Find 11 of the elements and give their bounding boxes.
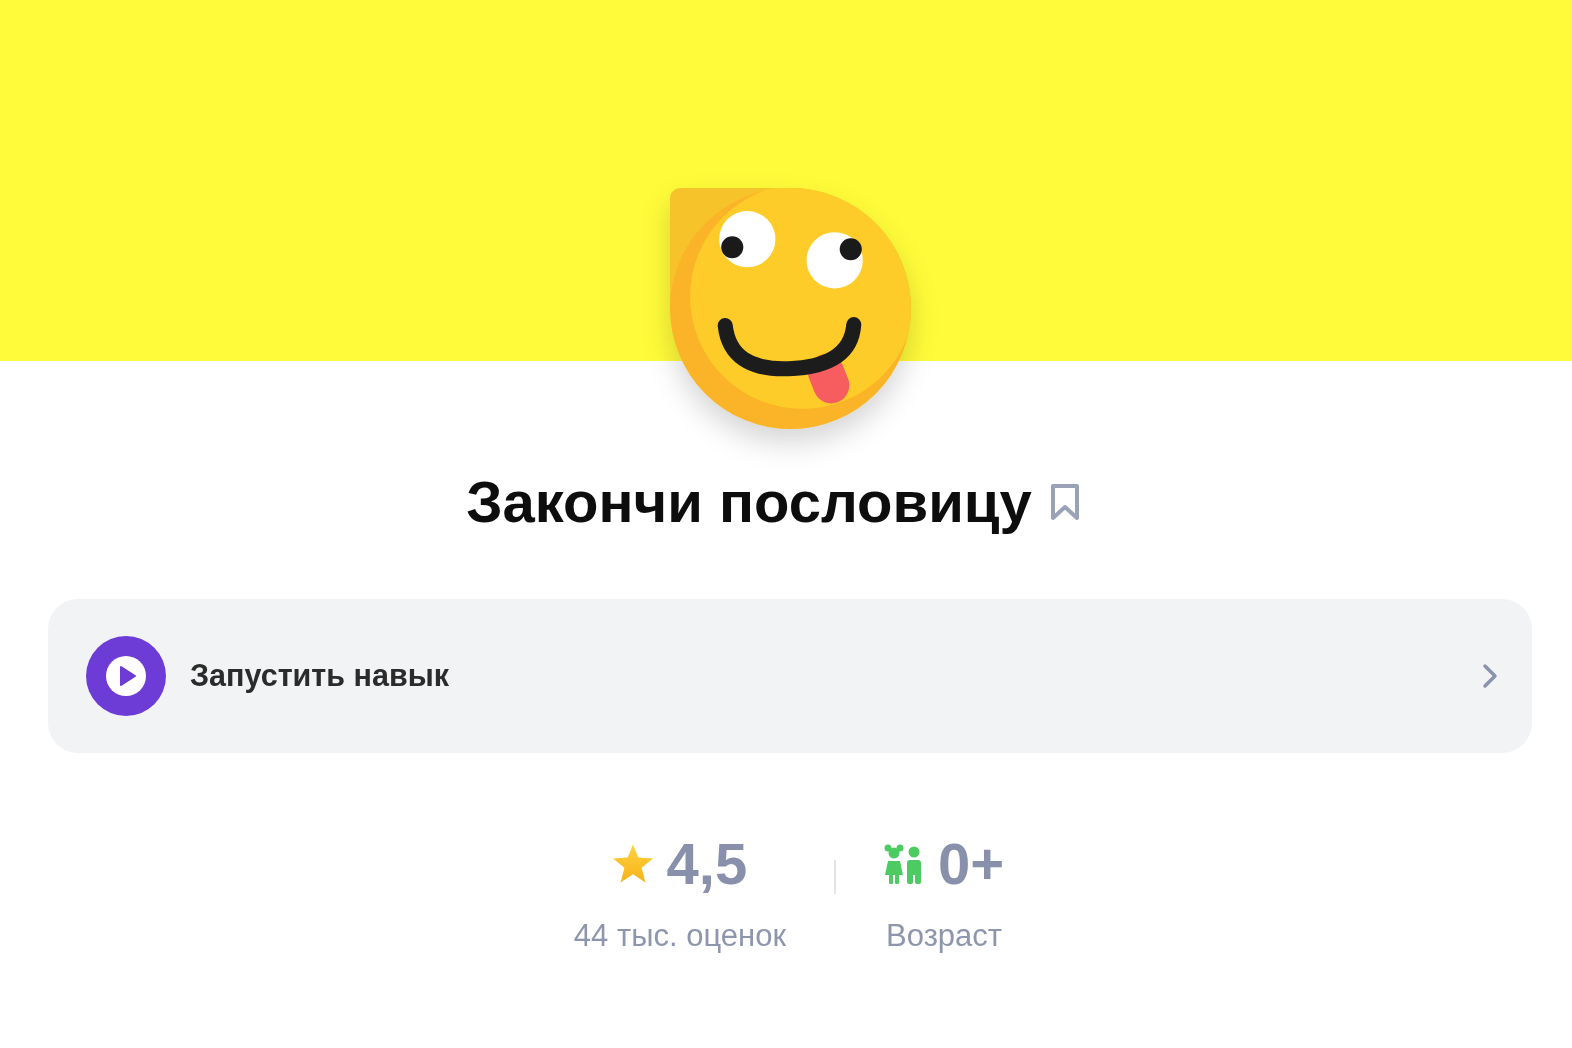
age-rating: 0+ [938, 834, 1005, 893]
play-icon [86, 635, 166, 716]
age-label: Возраст [886, 916, 1003, 954]
star-icon [612, 844, 653, 884]
rating-count: 44 тыс. оценок [573, 916, 786, 954]
chevron-right-icon [1482, 662, 1498, 689]
skill-title: Закончи пословицу [466, 468, 1032, 536]
children-icon [884, 843, 924, 884]
launch-skill-button[interactable]: Запустить навык [48, 598, 1532, 753]
rating-value: 4,5 [666, 834, 748, 893]
bookmark-icon[interactable] [1049, 482, 1080, 521]
